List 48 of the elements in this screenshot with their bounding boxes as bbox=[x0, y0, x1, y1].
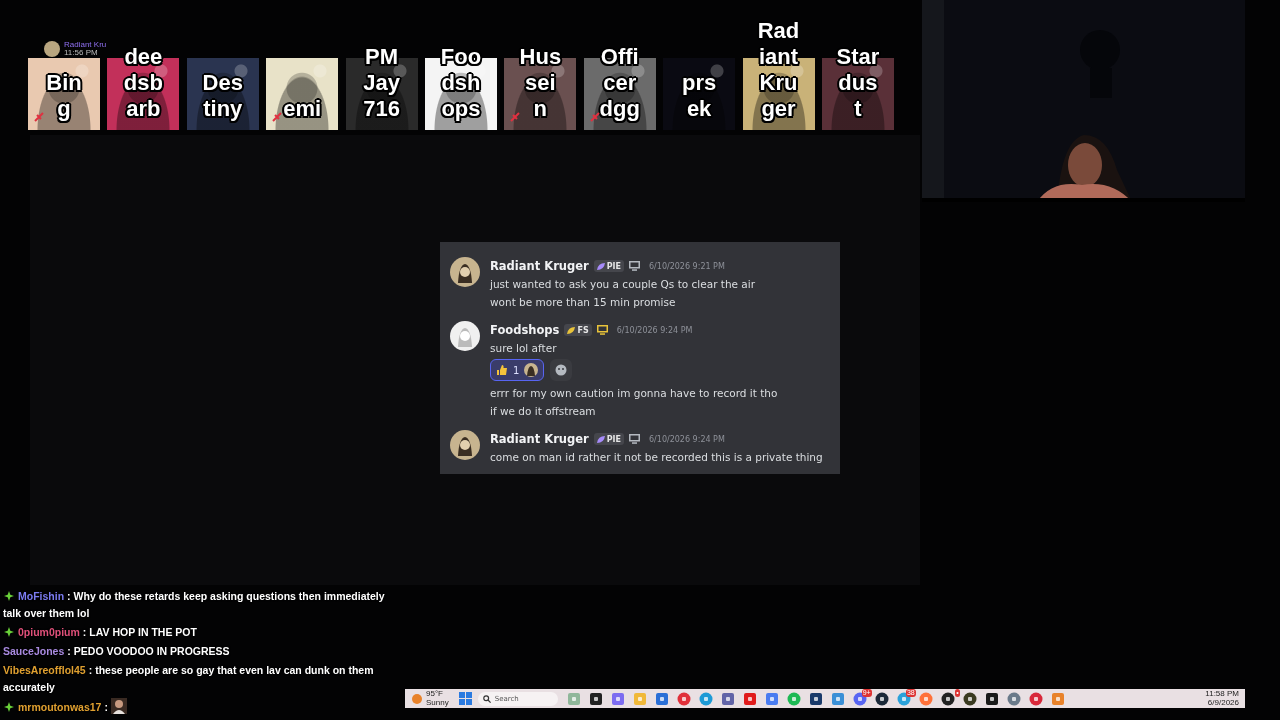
message-text: errr for my own caution im gonna have to record it tho bbox=[490, 386, 778, 401]
avatar bbox=[524, 363, 539, 377]
chat-message: 0pium0pium : LAV HOP IN THE POT bbox=[3, 623, 403, 642]
add-reaction-button[interactable] bbox=[550, 359, 573, 381]
author-name[interactable]: Radiant Kruger bbox=[490, 432, 589, 446]
member-name: Officerdgg bbox=[598, 44, 641, 122]
message-text: sure lol after bbox=[490, 341, 558, 356]
windows-icon[interactable] bbox=[458, 692, 472, 705]
author-name[interactable]: Radiant Kruger bbox=[490, 259, 589, 273]
reaction-count: 1 bbox=[513, 364, 520, 376]
member-name: Destiny bbox=[201, 70, 244, 122]
chat-message: mrmoutonwas17 : bbox=[3, 697, 403, 717]
avatar[interactable] bbox=[450, 257, 480, 287]
timestamp: 6/10/2026 9:24 PM bbox=[616, 325, 693, 335]
smiley-icon bbox=[555, 364, 568, 376]
member-name: emi bbox=[282, 96, 323, 122]
member-name: Hussein bbox=[518, 44, 563, 122]
server-tag: PIE bbox=[593, 433, 625, 445]
member-name: PMJay716 bbox=[362, 44, 401, 122]
chat-message: SauceJones : PEDO VOODOO IN PROGRESS bbox=[3, 644, 231, 659]
server-tag: PIE bbox=[593, 260, 625, 272]
timestamp: 6/10/2026 9:24 PM bbox=[649, 434, 725, 444]
member-avatar[interactable]: Destiny bbox=[186, 58, 259, 130]
message-text: wont be more than 15 min promise bbox=[490, 295, 677, 310]
chat-message: MoFishin : Why do these retards keep asking questions then immediately talk over them lol bbox=[3, 589, 386, 621]
timestamp: 11:56 PM bbox=[64, 49, 99, 57]
member-avatar[interactable]: prsek bbox=[663, 58, 736, 130]
user-name: Radiant Kru bbox=[64, 41, 107, 49]
reaction-button[interactable]: 1 bbox=[490, 359, 545, 381]
timestamp: 6/10/2026 9:21 PM bbox=[649, 261, 725, 271]
clock-date: 6/9/2026 bbox=[1207, 698, 1239, 707]
server-tag: FS bbox=[564, 324, 592, 336]
author-name[interactable]: Foodshops bbox=[490, 323, 560, 337]
avatar[interactable] bbox=[450, 321, 480, 351]
member-name: prsek bbox=[681, 70, 718, 122]
avatar bbox=[44, 41, 60, 57]
avatar[interactable] bbox=[450, 430, 480, 460]
message-text: if we do it offstream bbox=[490, 404, 597, 419]
clock-time: 11:58 PM bbox=[1205, 690, 1239, 699]
message-text: just wanted to ask you a couple Qs to clear the air bbox=[490, 277, 756, 292]
thumbs-up-icon bbox=[496, 364, 508, 376]
chat-message: VibesAreofflol45 : these people are so gay that even lav can dunk on them accurately bbox=[3, 663, 375, 695]
message-text: come on man id rather it not be recorded this is a private thing bbox=[490, 450, 823, 465]
sun-icon bbox=[411, 692, 423, 705]
search-icon bbox=[482, 694, 491, 703]
temperature: 95°F bbox=[426, 690, 444, 699]
weather-condition: Sunny bbox=[426, 698, 449, 707]
member-name: Stardust bbox=[835, 44, 880, 122]
